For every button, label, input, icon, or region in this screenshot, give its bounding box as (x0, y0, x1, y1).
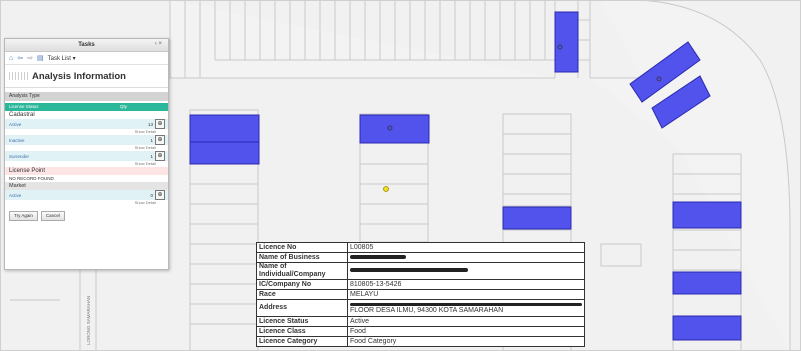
redacted-value (347, 262, 585, 280)
table-row: Licence Status Active (256, 316, 585, 327)
table-row: Address FLOOR DESA ILMU, 94300 KOTA SAMA… (256, 299, 585, 317)
table-row: Surrender 1 ⊕ (5, 151, 168, 161)
attr-key: Race (256, 289, 348, 300)
attr-key: Licence Category (256, 336, 348, 347)
status-cell: Active (9, 192, 22, 198)
no-record-text: NO RECORD FOUND (9, 176, 54, 181)
qty-cell: 13 (147, 121, 153, 127)
attr-key: IC/Company No (256, 279, 348, 290)
zoom-to-icon[interactable]: ⊕ (155, 151, 165, 161)
redaction-mark (350, 254, 406, 259)
attr-value: MELAYU (347, 289, 585, 300)
home-icon[interactable]: ⌂ (9, 55, 13, 62)
zoom-to-icon[interactable]: ⊕ (155, 135, 165, 145)
road-label: LORONG SAMARAHAN (86, 296, 91, 345)
analysis-type-label: Analysis Type (5, 92, 168, 101)
table-row: Active 13 ⊕ (5, 119, 168, 129)
attr-value: L00805 (347, 242, 585, 253)
forward-arrow-icon[interactable]: ⇨ (27, 55, 33, 62)
zoom-to-icon[interactable]: ⊕ (155, 119, 165, 129)
attr-key: Licence No (256, 242, 348, 253)
qty-cell: 1 (150, 137, 153, 143)
license-point-marker[interactable] (383, 186, 389, 192)
attribute-table: Licence No L00805 Name of Business Name … (256, 242, 585, 347)
attr-value: Food (347, 326, 585, 337)
attr-key: Name of Individual/Company (256, 262, 348, 280)
page-title: Analysis Information (32, 70, 126, 82)
attr-value: 810805-13-5426 (347, 279, 585, 290)
cancel-button[interactable]: Cancel (40, 211, 65, 221)
cadastral-section: Cadastral (9, 112, 35, 118)
highlighted-parcel[interactable] (672, 271, 742, 295)
attr-value: Food Category (347, 336, 585, 347)
zoom-to-icon[interactable]: ⊕ (155, 190, 165, 200)
table-row: Active 0 ⊕ (5, 190, 168, 200)
attr-key: Name of Business (256, 252, 348, 263)
highlighted-parcel[interactable] (502, 206, 572, 230)
table-row: Inactive 1 ⊕ (5, 135, 168, 145)
back-arrow-icon[interactable]: ⇦ (17, 55, 23, 62)
task-list-menu[interactable]: Task List ▾ (48, 55, 76, 62)
results-table-header: License Status Qty (5, 103, 168, 111)
chevron-down-icon: ▾ (72, 55, 76, 62)
table-row: Name of Business (256, 252, 585, 263)
redaction-mark (350, 302, 582, 306)
market-section: Market (5, 182, 168, 190)
try-again-button[interactable]: Try Again (9, 211, 38, 221)
highlighted-parcel[interactable] (672, 315, 742, 341)
table-row: Licence Category Food Category (256, 336, 585, 347)
attr-key: Address (256, 299, 348, 317)
attr-value: Active (347, 316, 585, 327)
panel-window-controls[interactable]: ‹ × (155, 41, 162, 47)
qty-cell: 0 (150, 192, 153, 198)
address-cell: FLOOR DESA ILMU, 94300 KOTA SAMARAHAN (347, 299, 585, 317)
table-row: Licence Class Food (256, 326, 585, 337)
redaction-mark (350, 268, 468, 273)
table-row: Name of Individual/Company (256, 262, 585, 280)
attr-value: FLOOR DESA ILMU, 94300 KOTA SAMARAHAN (350, 306, 504, 314)
attr-key: Licence Status (256, 316, 348, 327)
map-viewer[interactable]: LORONG SAMARAHAN Tasks ‹ × ⌂ ⇦ ⇨ ▤ Task … (0, 0, 801, 351)
highlighted-parcel[interactable] (189, 114, 260, 143)
col-status: License Status (9, 104, 39, 109)
col-qty: Qty (120, 104, 128, 109)
task-list-label: Task List (47, 55, 71, 62)
tasks-panel: Tasks ‹ × ⌂ ⇦ ⇨ ▤ Task List ▾ Analysis I… (4, 38, 169, 270)
tasks-title: Tasks (78, 42, 95, 48)
attr-key: Licence Class (256, 326, 348, 337)
analysis-heading: Analysis Information (5, 65, 168, 88)
tasks-titlebar[interactable]: Tasks ‹ × (5, 39, 168, 52)
license-point-section: License Point (5, 167, 168, 175)
highlighted-parcel[interactable] (672, 201, 742, 229)
highlighted-parcel[interactable] (554, 11, 579, 73)
table-row: Race MELAYU (256, 289, 585, 300)
highlighted-parcel[interactable] (359, 114, 430, 144)
status-cell: Surrender (9, 153, 30, 159)
grip-icon (9, 72, 29, 80)
status-cell: Inactive (9, 137, 25, 143)
task-list-icon: ▤ (36, 54, 44, 62)
table-row: Licence No L00805 (256, 242, 585, 253)
table-row: IC/Company No 810805-13-5426 (256, 279, 585, 290)
qty-cell: 1 (150, 153, 153, 159)
redacted-value (347, 252, 585, 263)
action-buttons: Try Again Cancel (5, 206, 168, 221)
tasks-toolbar: ⌂ ⇦ ⇨ ▤ Task List ▾ (5, 52, 168, 65)
status-cell: Active (9, 121, 22, 127)
highlighted-parcel[interactable] (189, 141, 260, 165)
